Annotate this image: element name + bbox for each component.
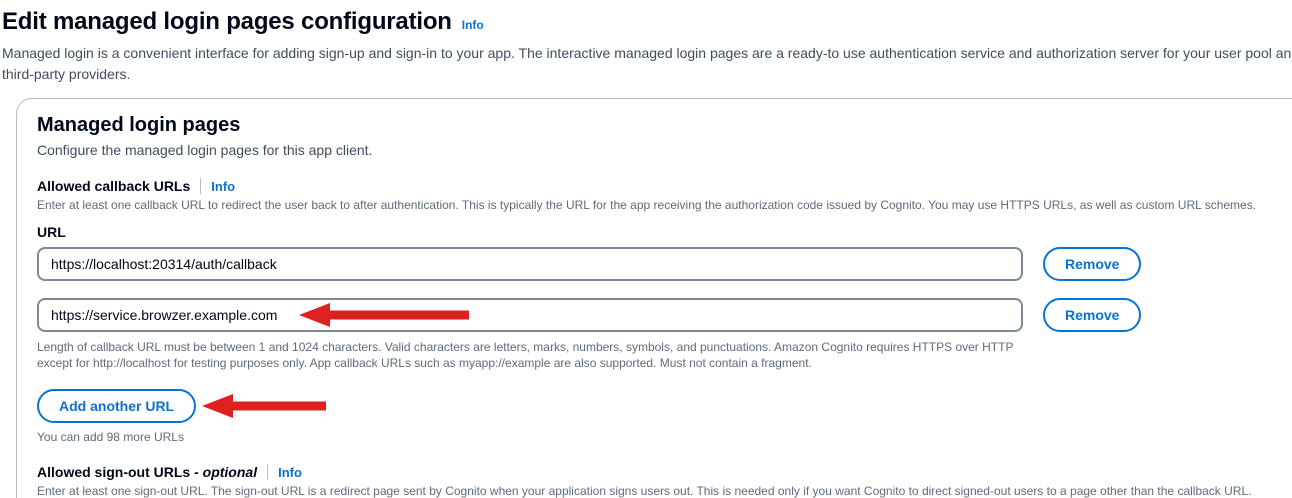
label-divider bbox=[200, 178, 201, 194]
page-header: Edit managed login pages configuration I… bbox=[2, 8, 1292, 36]
callback-urls-info-link[interactable]: Info bbox=[211, 179, 235, 194]
signout-urls-info-link[interactable]: Info bbox=[278, 465, 302, 480]
panel-subtitle: Configure the managed login pages for th… bbox=[37, 142, 1292, 158]
callback-url-constraint-text: Length of callback URL must be between 1… bbox=[37, 339, 1037, 371]
signout-urls-description: Enter at least one sign-out URL. The sig… bbox=[37, 483, 1292, 498]
url-column-label: URL bbox=[37, 224, 1292, 240]
managed-login-pages-panel: Managed login pages Configure the manage… bbox=[16, 98, 1292, 498]
callback-urls-description: Enter at least one callback URL to redir… bbox=[37, 197, 1292, 213]
signout-urls-label-row: Allowed sign-out URLs - optional Info bbox=[37, 464, 1292, 480]
add-another-url-button[interactable]: Add another URL bbox=[37, 389, 196, 423]
panel-title: Managed login pages bbox=[37, 114, 1292, 137]
callback-url-input-1[interactable] bbox=[37, 247, 1023, 281]
page-description: Managed login is a convenient interface … bbox=[2, 43, 1292, 85]
signout-urls-label-prefix: Allowed sign-out URLs - bbox=[37, 464, 203, 480]
page-description-line2: third-party providers. bbox=[2, 64, 1292, 85]
remove-url-button-2[interactable]: Remove bbox=[1043, 298, 1141, 332]
page-description-line1: Managed login is a convenient interface … bbox=[2, 43, 1292, 64]
callback-url-input-2[interactable] bbox=[37, 298, 1023, 332]
add-url-row: Add another URL bbox=[37, 389, 1292, 423]
signout-urls-label-optional: optional bbox=[203, 464, 257, 480]
callback-urls-label: Allowed callback URLs bbox=[37, 178, 190, 194]
page-title: Edit managed login pages configuration bbox=[2, 8, 452, 36]
red-arrow-left-icon bbox=[202, 393, 326, 419]
callback-url-row: Remove bbox=[37, 298, 1292, 332]
page: Edit managed login pages configuration I… bbox=[0, 0, 1292, 498]
urls-remaining-text: You can add 98 more URLs bbox=[37, 430, 1292, 444]
page-title-info-link[interactable]: Info bbox=[462, 18, 484, 32]
remove-url-button-1[interactable]: Remove bbox=[1043, 247, 1141, 281]
label-divider bbox=[267, 464, 268, 480]
callback-url-row: Remove bbox=[37, 247, 1292, 281]
callback-urls-label-row: Allowed callback URLs Info bbox=[37, 178, 1292, 194]
signout-urls-label: Allowed sign-out URLs - optional bbox=[37, 464, 257, 480]
